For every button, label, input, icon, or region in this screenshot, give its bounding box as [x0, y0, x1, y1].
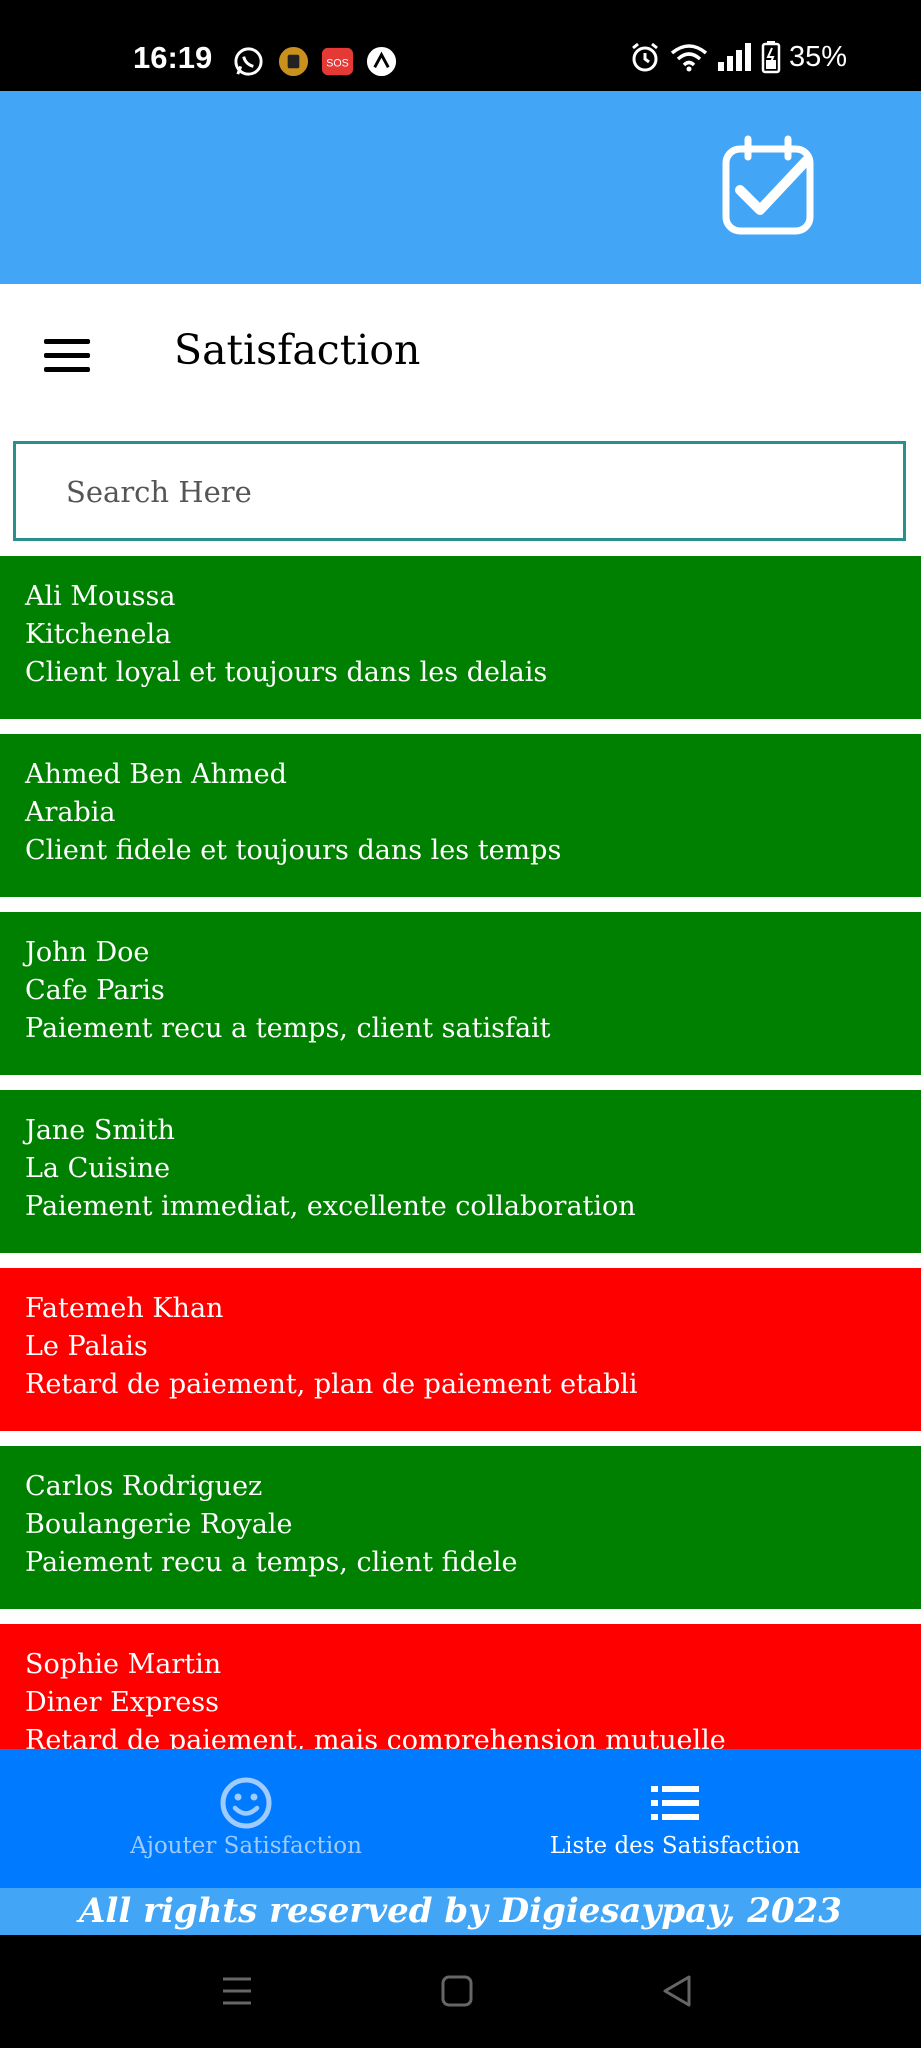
page-title: Satisfaction [174, 326, 421, 374]
list-icon [651, 1786, 699, 1820]
record-name: Jane Smith [25, 1115, 175, 1146]
record-name: Ali Moussa [25, 581, 176, 612]
alarm-icon [632, 42, 658, 72]
nav-liste-satisfaction[interactable]: Liste des Satisfaction [525, 1749, 825, 1888]
search-box [13, 441, 906, 541]
record-name: John Doe [25, 937, 150, 968]
smiley-face-icon [220, 1777, 272, 1829]
sos-icon: SOS [321, 47, 354, 76]
battery-icon [761, 41, 781, 74]
footer: All rights reserved by Digiesaypay, 2023 [0, 1888, 921, 1935]
record-company: Le Palais [25, 1331, 148, 1362]
nav-label: Liste des Satisfaction [549, 1833, 801, 1859]
status-time: 16:19 [133, 40, 213, 75]
signal-icon [717, 43, 751, 71]
list-item[interactable]: John Doe Cafe Paris Paiement recu a temp… [0, 912, 921, 1075]
list-item[interactable]: Ahmed Ben Ahmed Arabia Client fidele et … [0, 734, 921, 897]
home-icon[interactable] [437, 1971, 477, 2011]
app-icon [278, 46, 309, 77]
list-item[interactable]: Carlos Rodriguez Boulangerie Royale Paie… [0, 1446, 921, 1609]
nav-label: Ajouter Satisfaction [130, 1833, 362, 1859]
record-comment: Paiement recu a temps, client fidele [25, 1547, 518, 1578]
record-comment: Client fidele et toujours dans les temps [25, 835, 562, 866]
record-company: Arabia [25, 797, 116, 828]
system-nav [0, 1935, 921, 2048]
record-name: Fatemeh Khan [25, 1293, 224, 1324]
record-name: Ahmed Ben Ahmed [25, 759, 287, 790]
nav-app-icon [366, 46, 397, 77]
list-item[interactable]: Ali Moussa Kitchenela Client loyal et to… [0, 556, 921, 719]
nav-ajouter-satisfaction[interactable]: Ajouter Satisfaction [96, 1749, 396, 1888]
back-icon[interactable] [657, 1971, 697, 2011]
whatsapp-icon [234, 47, 263, 76]
app-bar [0, 91, 921, 284]
battery-percentage: 35% [788, 40, 847, 73]
record-company: Boulangerie Royale [25, 1509, 293, 1540]
satisfaction-list: Ali Moussa Kitchenela Client loyal et to… [0, 556, 921, 1749]
record-comment: Retard de paiement, plan de paiement eta… [25, 1369, 638, 1400]
record-comment: Client loyal et toujours dans les delais [25, 657, 548, 688]
record-comment: Paiement recu a temps, client satisfait [25, 1013, 551, 1044]
record-name: Sophie Martin [25, 1649, 222, 1680]
search-input[interactable] [64, 444, 888, 540]
hamburger-menu-icon[interactable] [44, 339, 90, 373]
svg-text:SOS: SOS [326, 57, 349, 69]
record-comment: Retard de paiement, mais comprehension m… [25, 1725, 726, 1749]
record-company: Diner Express [25, 1687, 219, 1718]
record-company: Kitchenela [25, 619, 172, 650]
record-comment: Paiement immediat, excellente collaborat… [25, 1191, 636, 1222]
title-bar: Satisfaction [0, 284, 921, 436]
status-bar: 16:19 SOS 35% [0, 0, 921, 91]
record-company: La Cuisine [25, 1153, 171, 1184]
list-item[interactable]: Sophie Martin Diner Express Retard de pa… [0, 1624, 921, 1749]
record-company: Cafe Paris [25, 975, 165, 1006]
calendar-check-icon [722, 135, 814, 235]
list-item[interactable]: Jane Smith La Cuisine Paiement immediat,… [0, 1090, 921, 1253]
bottom-nav: Ajouter Satisfaction Liste des Satisfact… [0, 1749, 921, 1888]
list-item[interactable]: Fatemeh Khan Le Palais Retard de paiemen… [0, 1268, 921, 1431]
wifi-icon [670, 44, 708, 72]
record-name: Carlos Rodriguez [25, 1471, 263, 1502]
recent-apps-icon[interactable] [217, 1971, 257, 2011]
status-right: 35% [629, 40, 847, 74]
